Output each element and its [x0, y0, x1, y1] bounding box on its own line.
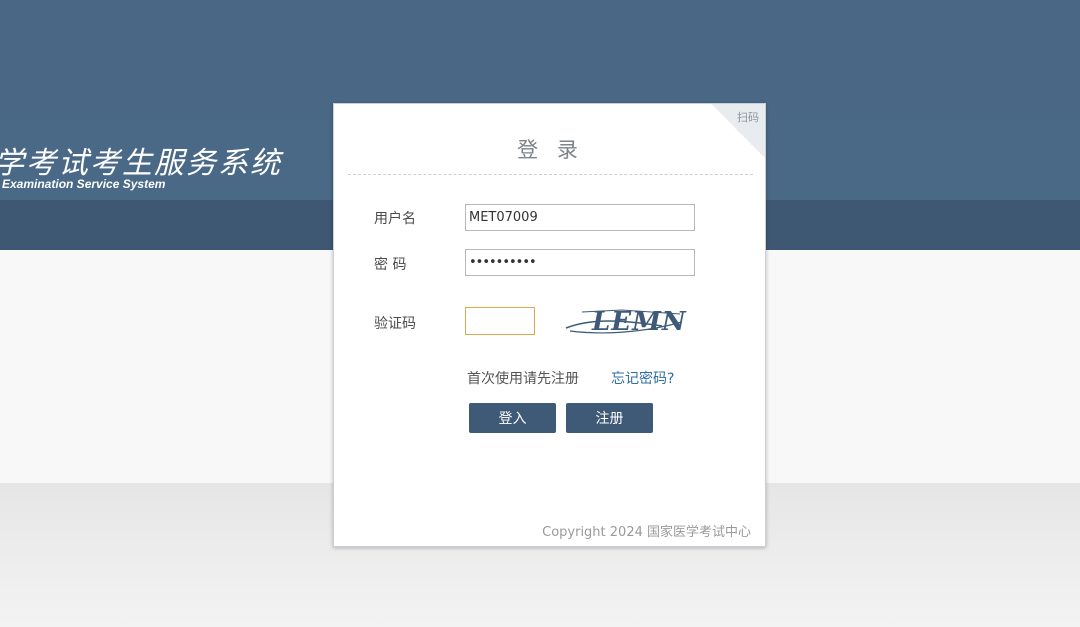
password-input[interactable]	[465, 249, 695, 276]
login-card: 扫码 登 录 用户名 密 码 验证码 LEMN 首次使用请先注册 忘记密码? 登…	[333, 103, 766, 547]
forgot-password-link[interactable]: 忘记密码?	[611, 368, 674, 388]
site-title: 学考试考生服务系统	[0, 146, 282, 181]
site-subtitle: Examination Service System	[2, 177, 166, 191]
captcha-image[interactable]: LEMN	[562, 300, 702, 340]
copyright-text: Copyright 2024 国家医学考试中心	[542, 525, 751, 540]
password-label: 密 码	[374, 257, 407, 273]
login-button[interactable]: 登入	[469, 403, 556, 433]
username-input[interactable]	[465, 204, 695, 231]
login-title: 登 录	[517, 138, 584, 162]
captcha-input[interactable]	[465, 307, 535, 335]
username-label: 用户名	[374, 211, 416, 227]
captcha-text: LEMN	[591, 307, 687, 337]
register-button[interactable]: 注册	[566, 403, 653, 433]
register-hint: 首次使用请先注册	[467, 371, 579, 387]
captcha-label: 验证码	[374, 316, 416, 332]
qr-login-label: 扫码	[737, 111, 759, 124]
title-divider	[348, 174, 753, 175]
